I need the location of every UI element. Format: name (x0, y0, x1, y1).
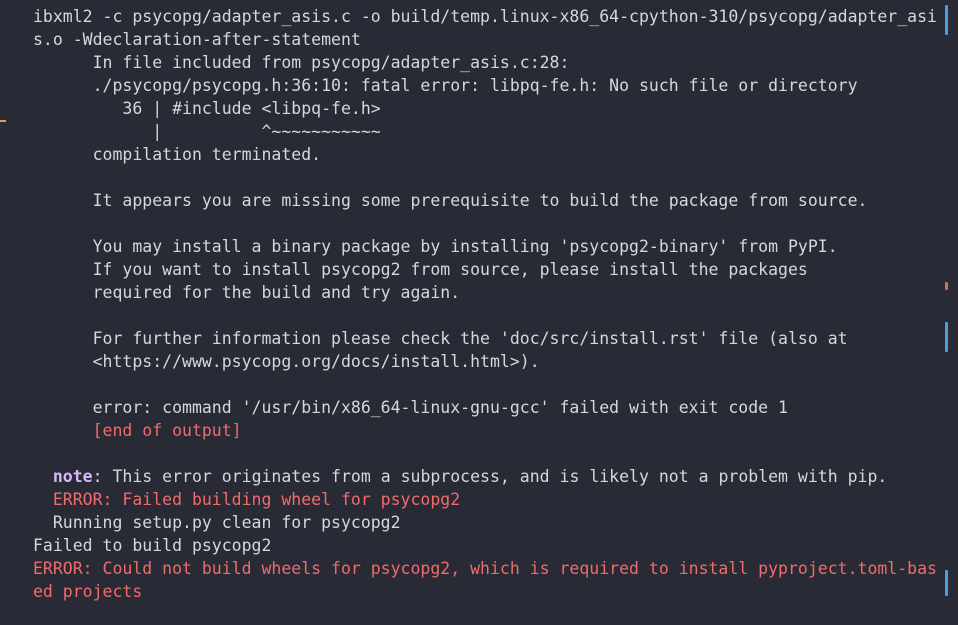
terminal-line: Failed to build psycopg2 (33, 536, 272, 555)
scrollbar-marker (945, 282, 948, 290)
terminal-line: Running setup.py clean for psycopg2 (33, 513, 401, 532)
terminal-line: | ^~~~~~~~~~~~ (33, 122, 381, 141)
terminal-line-error: [end of output] (33, 421, 242, 440)
terminal-line-error: ERROR: Could not build wheels for psycop… (33, 559, 937, 578)
terminal-line: <https://www.psycopg.org/docs/install.ht… (33, 352, 540, 371)
terminal-line: error: command '/usr/bin/x86_64-linux-gn… (33, 398, 788, 417)
terminal-line: If you want to install psycopg2 from sou… (33, 260, 808, 279)
terminal-line: compilation terminated. (33, 145, 322, 164)
terminal-line: You may install a binary package by inst… (33, 237, 838, 256)
terminal-line: required for the build and try again. (33, 283, 461, 302)
terminal-line: In file included from psycopg/adapter_as… (33, 53, 570, 72)
scrollbar-marker (945, 322, 948, 352)
gutter-change-marker (0, 120, 6, 122)
terminal-line: 36 | #include <libpq-fe.h> (33, 99, 381, 118)
terminal-line: s.o -Wdeclaration-after-statement (33, 30, 361, 49)
note-message: : This error originates from a subproces… (92, 467, 888, 486)
terminal-line: ibxml2 -c psycopg/adapter_asis.c -o buil… (33, 7, 937, 26)
terminal-line-error: ed projects (33, 582, 143, 601)
note-label: note (52, 467, 93, 486)
terminal-line: ./psycopg/psycopg.h:36:10: fatal error: … (33, 76, 858, 95)
scrollbar-marker (945, 5, 948, 35)
terminal-line: For further information please check the… (33, 329, 848, 348)
terminal-line: It appears you are missing some prerequi… (33, 191, 868, 210)
terminal-line-note: note: This error originates from a subpr… (33, 465, 887, 488)
note-indent (33, 467, 53, 486)
terminal-output[interactable]: ibxml2 -c psycopg/adapter_asis.c -o buil… (0, 0, 958, 625)
terminal-line-error: ERROR: Failed building wheel for psycopg… (33, 490, 461, 509)
scrollbar-marker (945, 570, 948, 596)
